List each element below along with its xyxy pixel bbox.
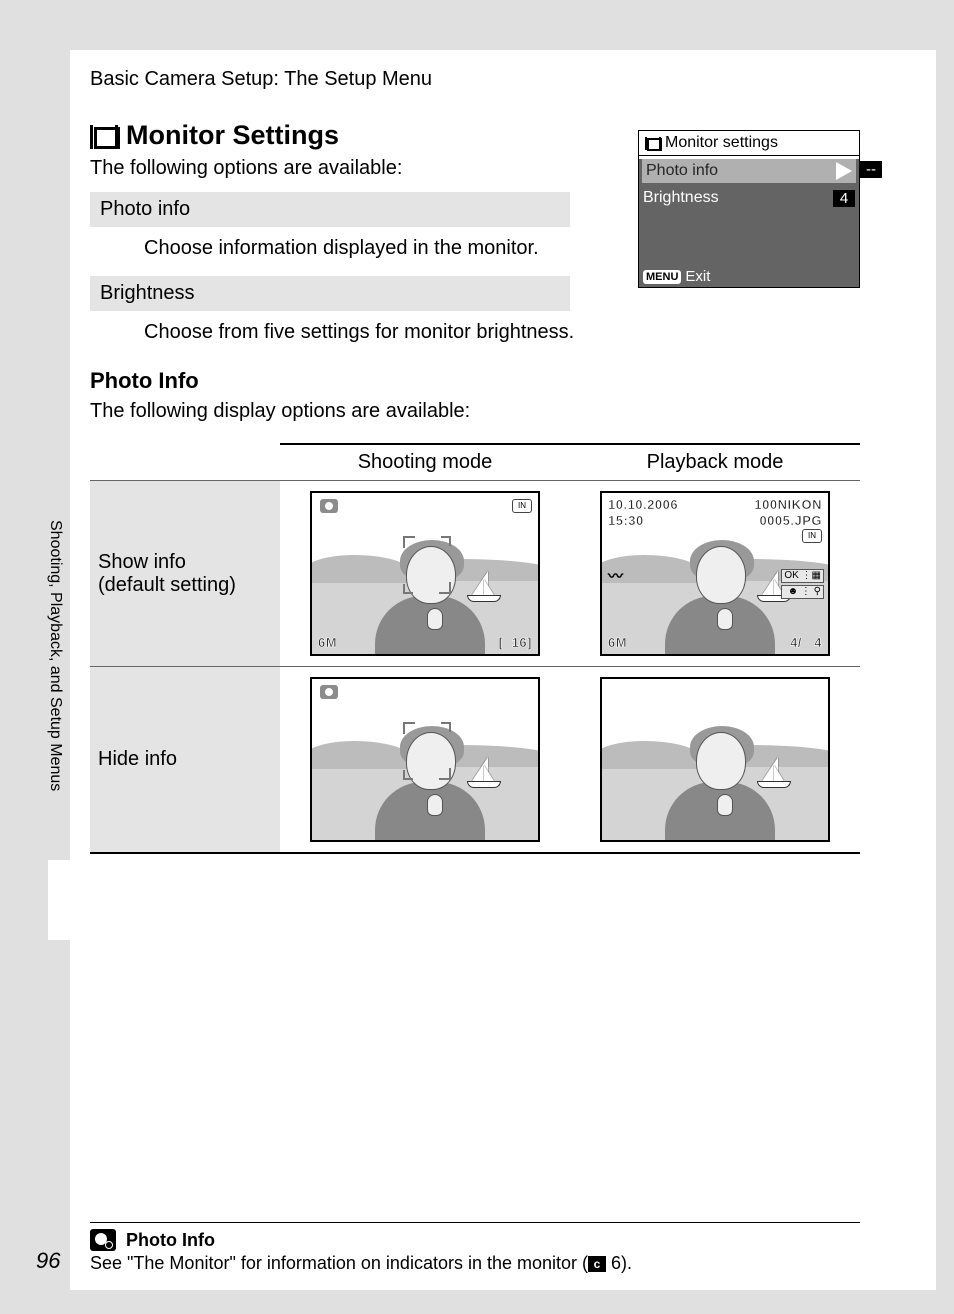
col-shooting-mode: Shooting mode bbox=[280, 444, 570, 481]
option-brightness-desc: Choose from five settings for monitor br… bbox=[90, 311, 590, 348]
menu-row-photo-info: Photo info -- bbox=[642, 159, 856, 183]
section-photo-info-title: Photo Info bbox=[90, 368, 860, 394]
thumb-shooting-showinfo: IN 6M [ 16] bbox=[310, 491, 540, 656]
note-body: See "The Monitor" for information on ind… bbox=[90, 1253, 860, 1274]
menu-row-value: 4 bbox=[833, 190, 855, 207]
side-tab-label: Shooting, Playback, and Setup Menus bbox=[46, 520, 64, 791]
thumb-playback-hideinfo bbox=[600, 677, 830, 842]
overlay-count: [ 16] bbox=[499, 635, 532, 650]
thumb-playback-showinfo: 10.10.2006 15:30 100NIKON 0005.JPG IN 〰 … bbox=[600, 491, 830, 656]
overlay-time: 15:30 bbox=[608, 513, 644, 528]
wave-icon: 〰 bbox=[608, 565, 623, 586]
memory-in-icon: IN bbox=[512, 499, 532, 513]
overlay-6m: 6M bbox=[608, 635, 627, 650]
note-title: Photo Info bbox=[126, 1230, 215, 1251]
col-playback-mode: Playback mode bbox=[570, 444, 860, 481]
option-brightness-name: Brightness bbox=[90, 276, 570, 311]
menu-screenshot-title: Monitor settings bbox=[665, 134, 778, 152]
overlay-date: 10.10.2006 bbox=[608, 497, 678, 512]
overlay-icon-stack: OK ⋮▦ ☻ ⋮ ⚲ bbox=[781, 569, 824, 601]
camera-icon bbox=[320, 685, 338, 699]
menu-row-value: -- bbox=[860, 161, 882, 178]
monitor-mini-icon bbox=[645, 137, 661, 150]
breadcrumb-header: Basic Camera Setup: The Setup Menu bbox=[90, 68, 432, 91]
section-photo-info-intro: The following display options are availa… bbox=[90, 400, 860, 423]
overlay-file: 0005.JPG bbox=[759, 513, 822, 528]
chevron-right-icon bbox=[836, 162, 852, 180]
display-options-table: Shooting mode Playback mode Show info (d… bbox=[90, 443, 860, 854]
overlay-folder: 100NIKON bbox=[754, 497, 822, 512]
menu-row-label: Brightness bbox=[643, 189, 719, 207]
menu-row-label: Photo info bbox=[646, 162, 718, 180]
row-hide-info-label: Hide info bbox=[90, 667, 280, 854]
option-photo-info-desc: Choose information displayed in the moni… bbox=[90, 227, 590, 264]
page-title: Monitor Settings bbox=[126, 120, 339, 151]
thumb-shooting-hideinfo bbox=[310, 677, 540, 842]
row-show-info-label: Show info (default setting) bbox=[90, 481, 280, 667]
overlay-6m: 6M bbox=[318, 635, 337, 650]
menu-row-brightness: Brightness 4 bbox=[639, 186, 859, 210]
camera-icon bbox=[320, 499, 338, 513]
option-photo-info-name: Photo info bbox=[90, 192, 570, 227]
overlay-frame-count: 4/ 4 bbox=[790, 635, 822, 650]
menu-button-badge: MENU bbox=[643, 270, 681, 284]
page-number: 96 bbox=[36, 1248, 60, 1274]
page-ref-icon: c bbox=[588, 1256, 606, 1272]
menu-screenshot: Monitor settings Photo info -- Brightnes… bbox=[638, 130, 860, 288]
lens-note-icon bbox=[90, 1229, 116, 1251]
memory-in-icon: IN bbox=[802, 529, 822, 543]
menu-footer-text: Exit bbox=[685, 268, 710, 285]
monitor-icon bbox=[90, 125, 118, 147]
